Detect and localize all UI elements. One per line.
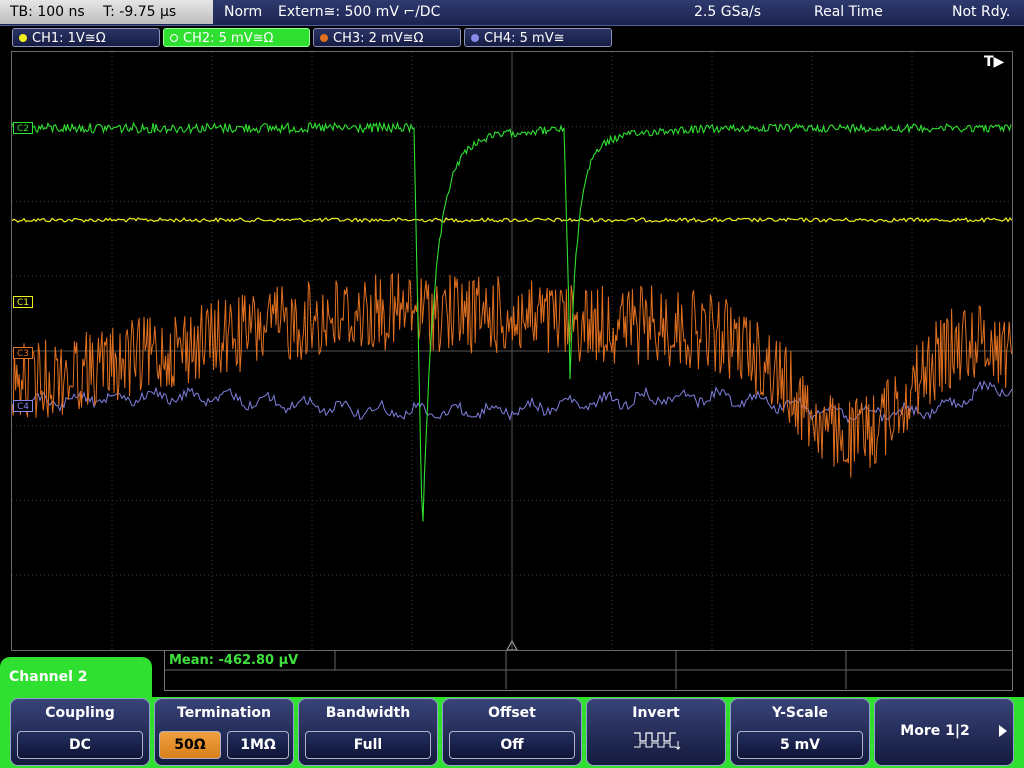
offset-title: Offset: [488, 705, 536, 721]
timebase-value: TB: 100 ns: [10, 4, 85, 20]
trigger-time-value: T: -9.75 µs: [103, 4, 177, 20]
channel-2-color-icon: [170, 34, 178, 42]
tab-channel-4[interactable]: CH4: 5 mV≅: [464, 28, 612, 47]
channel-3-offset-marker[interactable]: C3: [13, 347, 34, 359]
channel-4-offset-marker[interactable]: C4: [13, 400, 34, 412]
bandwidth-softkey[interactable]: Bandwidth Full: [298, 698, 438, 766]
coupling-value[interactable]: DC: [17, 731, 143, 759]
measurement-panel: Mean: -462.80 µV: [164, 651, 1013, 691]
invert-title: Invert: [632, 705, 680, 721]
coupling-softkey[interactable]: Coupling DC: [10, 698, 150, 766]
trigger-source[interactable]: Extern≅: 500 mV ⌐/DC: [278, 0, 440, 24]
termination-softkey[interactable]: Termination 50Ω 1MΩ: [154, 698, 294, 766]
waveform-plot: [12, 52, 1012, 650]
yscale-title: Y-Scale: [771, 705, 828, 721]
channel-1-label: CH1: 1V≅Ω: [32, 31, 106, 46]
sample-rate: 2.5 GSa/s: [694, 4, 762, 20]
acquisition-status: Not Rdy.: [952, 4, 1011, 20]
channel-1-color-icon: [19, 34, 27, 42]
more-label: More 1|2: [900, 723, 970, 739]
more-arrow-icon: [999, 725, 1007, 737]
channel-2-offset-marker[interactable]: C2: [13, 122, 34, 134]
menu-title: Channel 2: [0, 657, 152, 701]
tab-channel-1[interactable]: CH1: 1V≅Ω: [12, 28, 160, 47]
termination-1-mohm-option[interactable]: 1MΩ: [227, 731, 289, 759]
tab-channel-2[interactable]: CH2: 5 mV≅Ω: [163, 28, 310, 47]
tab-channel-3[interactable]: CH3: 2 mV≅Ω: [313, 28, 461, 47]
trigger-mode[interactable]: Norm: [224, 0, 262, 24]
bandwidth-title: Bandwidth: [325, 705, 411, 721]
status-bar: TB: 100 ns T: -9.75 µs Norm Extern≅: 500…: [0, 0, 1024, 26]
measurement-grid: [165, 651, 1012, 689]
invert-waveform-icon: [634, 732, 681, 751]
timebase-panel[interactable]: TB: 100 ns T: -9.75 µs: [0, 0, 213, 24]
trigger-offset-marker: T▶: [984, 54, 1005, 70]
termination-50-ohm-option[interactable]: 50Ω: [159, 731, 221, 759]
yscale-softkey[interactable]: Y-Scale 5 mV: [730, 698, 870, 766]
acquisition-mode[interactable]: Real Time: [814, 0, 883, 24]
termination-title: Termination: [177, 705, 271, 721]
channel-3-label: CH3: 2 mV≅Ω: [333, 31, 424, 46]
bandwidth-value[interactable]: Full: [305, 731, 431, 759]
coupling-title: Coupling: [45, 705, 115, 721]
offset-softkey[interactable]: Offset Off: [442, 698, 582, 766]
channel-4-color-icon: [471, 34, 479, 42]
waveform-display[interactable]: [11, 51, 1013, 651]
yscale-value[interactable]: 5 mV: [737, 731, 863, 759]
channel-2-label: CH2: 5 mV≅Ω: [183, 31, 274, 46]
invert-softkey[interactable]: Invert: [586, 698, 726, 766]
channel-3-color-icon: [320, 34, 328, 42]
channel-4-label: CH4: 5 mV≅: [484, 31, 565, 46]
channel-1-offset-marker[interactable]: C1: [13, 296, 34, 308]
more-softkey[interactable]: More 1|2: [874, 698, 1014, 766]
offset-value[interactable]: Off: [449, 731, 575, 759]
